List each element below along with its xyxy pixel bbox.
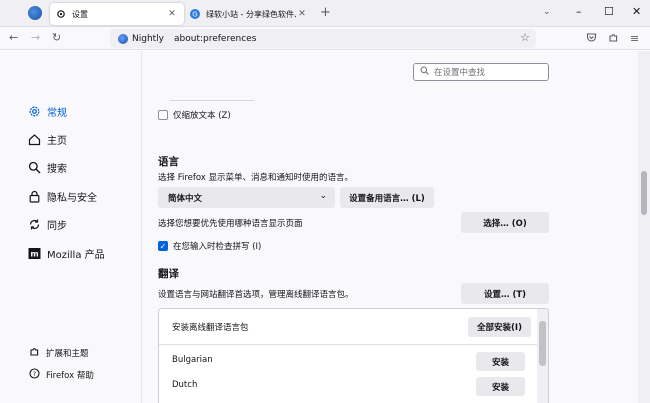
language-description: 选择 Firefox 显示菜单、消息和通知时使用的语言。 xyxy=(158,173,354,183)
zoom-text-only-checkbox[interactable]: 仅缩放文本 (Z) xyxy=(158,109,231,121)
identity-box[interactable]: Nightly xyxy=(118,33,165,44)
sidebar: 常规 主页 搜索 隐私与安全 同步 m Mozilla 产品 xyxy=(27,97,105,267)
checkbox-label: 在您输入时检查拼写 (I) xyxy=(173,242,262,252)
search-input[interactable]: 在设置中查找 xyxy=(413,63,549,81)
checkbox-box[interactable] xyxy=(158,110,168,120)
search-placeholder: 在设置中查找 xyxy=(434,68,486,78)
new-tab-icon[interactable]: + xyxy=(320,6,331,20)
forward-arrow-icon[interactable]: → xyxy=(31,31,40,44)
checkbox-label: 仅缩放文本 (Z) xyxy=(173,111,231,121)
translation-language-list: 安装离线翻译语言包 全部安装(I) Bulgarian 安装 Dutch 安装 xyxy=(158,308,549,403)
tab-title: 设置 xyxy=(72,9,88,19)
svg-text:G: G xyxy=(192,11,197,19)
sidebar-item-privacy[interactable]: 隐私与安全 xyxy=(27,182,105,210)
list-item: Bulgarian 安装 xyxy=(159,349,539,374)
sidebar-item-sync[interactable]: 同步 xyxy=(27,211,105,239)
preferences-page: 常规 主页 搜索 隐私与安全 同步 m Mozilla 产品 扩展和主题 ? F… xyxy=(0,51,650,403)
sidebar-footer: 扩展和主题 ? Firefox 帮助 xyxy=(28,342,94,386)
language-name: Dutch xyxy=(172,380,198,390)
sidebar-item-general[interactable]: 常规 xyxy=(27,97,105,125)
chevron-down-icon: ⌄ xyxy=(319,191,327,201)
language-select[interactable]: 简体中文 ⌄ xyxy=(158,187,335,208)
mozilla-logo-icon: m xyxy=(27,246,41,260)
divider xyxy=(170,100,254,101)
reload-icon[interactable]: ↻ xyxy=(52,31,61,44)
tab-site[interactable]: G 绿软小站 - 分享绿色软件、免费 ✕ xyxy=(184,3,314,25)
sidebar-item-home[interactable]: 主页 xyxy=(27,125,105,153)
tab-close-icon[interactable]: ✕ xyxy=(296,9,308,19)
extensions-themes-link[interactable]: 扩展和主题 xyxy=(28,342,94,364)
firefox-view-icon[interactable] xyxy=(28,6,42,20)
tab-close-icon[interactable]: ✕ xyxy=(166,9,178,19)
install-all-row: 安装离线翻译语言包 全部安装(I) xyxy=(159,309,539,345)
list-scrollbar[interactable] xyxy=(537,309,548,403)
nav-bar: ← → ↻ Nightly about:preferences ☆ ≡ xyxy=(0,27,650,50)
puzzle-icon xyxy=(28,346,40,360)
install-all-label: 安装离线翻译语言包 xyxy=(172,323,249,333)
translation-description: 设置语言与网站翻译首选项，管理离线翻译语言包。 xyxy=(158,290,354,300)
language-heading: 语言 xyxy=(158,156,179,168)
svg-text:?: ? xyxy=(32,370,35,378)
lock-icon xyxy=(27,189,41,203)
sidebar-item-label: 隐私与安全 xyxy=(47,192,97,204)
tab-strip: 设置 ✕ G 绿软小站 - 分享绿色软件、免费 ✕ + ⌄ – ☐ ✕ xyxy=(0,0,650,27)
sidebar-item-label: 主页 xyxy=(47,136,67,148)
sidebar-item-label: Mozilla 产品 xyxy=(47,249,105,261)
search-icon xyxy=(420,66,429,78)
choose-language-button[interactable]: 选择… (O) xyxy=(461,212,549,233)
maximize-button[interactable]: ☐ xyxy=(604,5,614,18)
list-item: Dutch 安装 xyxy=(159,374,539,399)
url-bar[interactable]: Nightly about:preferences ☆ xyxy=(110,29,536,48)
gear-icon xyxy=(56,9,66,19)
sidebar-item-search[interactable]: 搜索 xyxy=(27,154,105,182)
sidebar-item-mozilla[interactable]: m Mozilla 产品 xyxy=(27,239,105,267)
checkbox-box[interactable]: ✓ xyxy=(158,241,168,251)
sidebar-item-label: 同步 xyxy=(47,221,67,233)
language-select-value: 简体中文 xyxy=(168,193,203,204)
svg-text:m: m xyxy=(30,249,38,258)
pocket-icon[interactable] xyxy=(586,32,597,46)
extensions-themes-label: 扩展和主题 xyxy=(46,349,89,359)
url-text[interactable]: about:preferences xyxy=(174,34,256,44)
close-button[interactable]: ✕ xyxy=(632,5,641,18)
sidebar-item-label: 常规 xyxy=(47,107,67,119)
home-icon xyxy=(27,133,41,147)
help-icon: ? xyxy=(28,368,40,382)
sidebar-divider xyxy=(141,51,142,403)
extensions-icon[interactable] xyxy=(608,32,619,46)
tab-settings[interactable]: 设置 ✕ xyxy=(50,3,184,25)
sync-icon xyxy=(27,218,41,232)
firefox-help-label: Firefox 帮助 xyxy=(46,371,94,381)
identity-label: Nightly xyxy=(132,33,165,44)
install-language-button[interactable]: 安装 xyxy=(476,377,525,396)
page-scrollbar-thumb[interactable] xyxy=(641,171,647,215)
language-name: Bulgarian xyxy=(172,355,213,365)
list-scrollbar-thumb[interactable] xyxy=(539,321,546,366)
page-language-description: 选择您想要优先使用哪种语言显示页面 xyxy=(158,219,303,229)
firefox-help-link[interactable]: ? Firefox 帮助 xyxy=(28,364,94,386)
search-icon xyxy=(27,161,41,175)
alternative-languages-button[interactable]: 设置备用语言… (L) xyxy=(340,187,434,208)
menu-icon[interactable]: ≡ xyxy=(630,32,639,45)
back-arrow-icon[interactable]: ← xyxy=(9,31,18,44)
nightly-logo-icon xyxy=(118,33,128,44)
install-language-button[interactable]: 安装 xyxy=(476,352,525,371)
page-scrollbar[interactable] xyxy=(638,51,650,403)
install-all-button[interactable]: 全部安装(I) xyxy=(468,317,531,337)
tab-list-chevron-icon[interactable]: ⌄ xyxy=(543,7,551,17)
site-favicon-icon: G xyxy=(190,9,200,19)
translation-heading: 翻译 xyxy=(158,268,179,280)
spellcheck-checkbox[interactable]: ✓ 在您输入时检查拼写 (I) xyxy=(158,240,261,252)
bookmark-star-icon[interactable]: ☆ xyxy=(520,31,530,44)
translation-settings-button[interactable]: 设置… (T) xyxy=(461,283,549,304)
tab-title: 绿软小站 - 分享绿色软件、免费 xyxy=(206,9,296,19)
sidebar-item-label: 搜索 xyxy=(47,164,67,176)
minimize-button[interactable]: – xyxy=(576,5,582,18)
gear-icon xyxy=(27,104,41,118)
